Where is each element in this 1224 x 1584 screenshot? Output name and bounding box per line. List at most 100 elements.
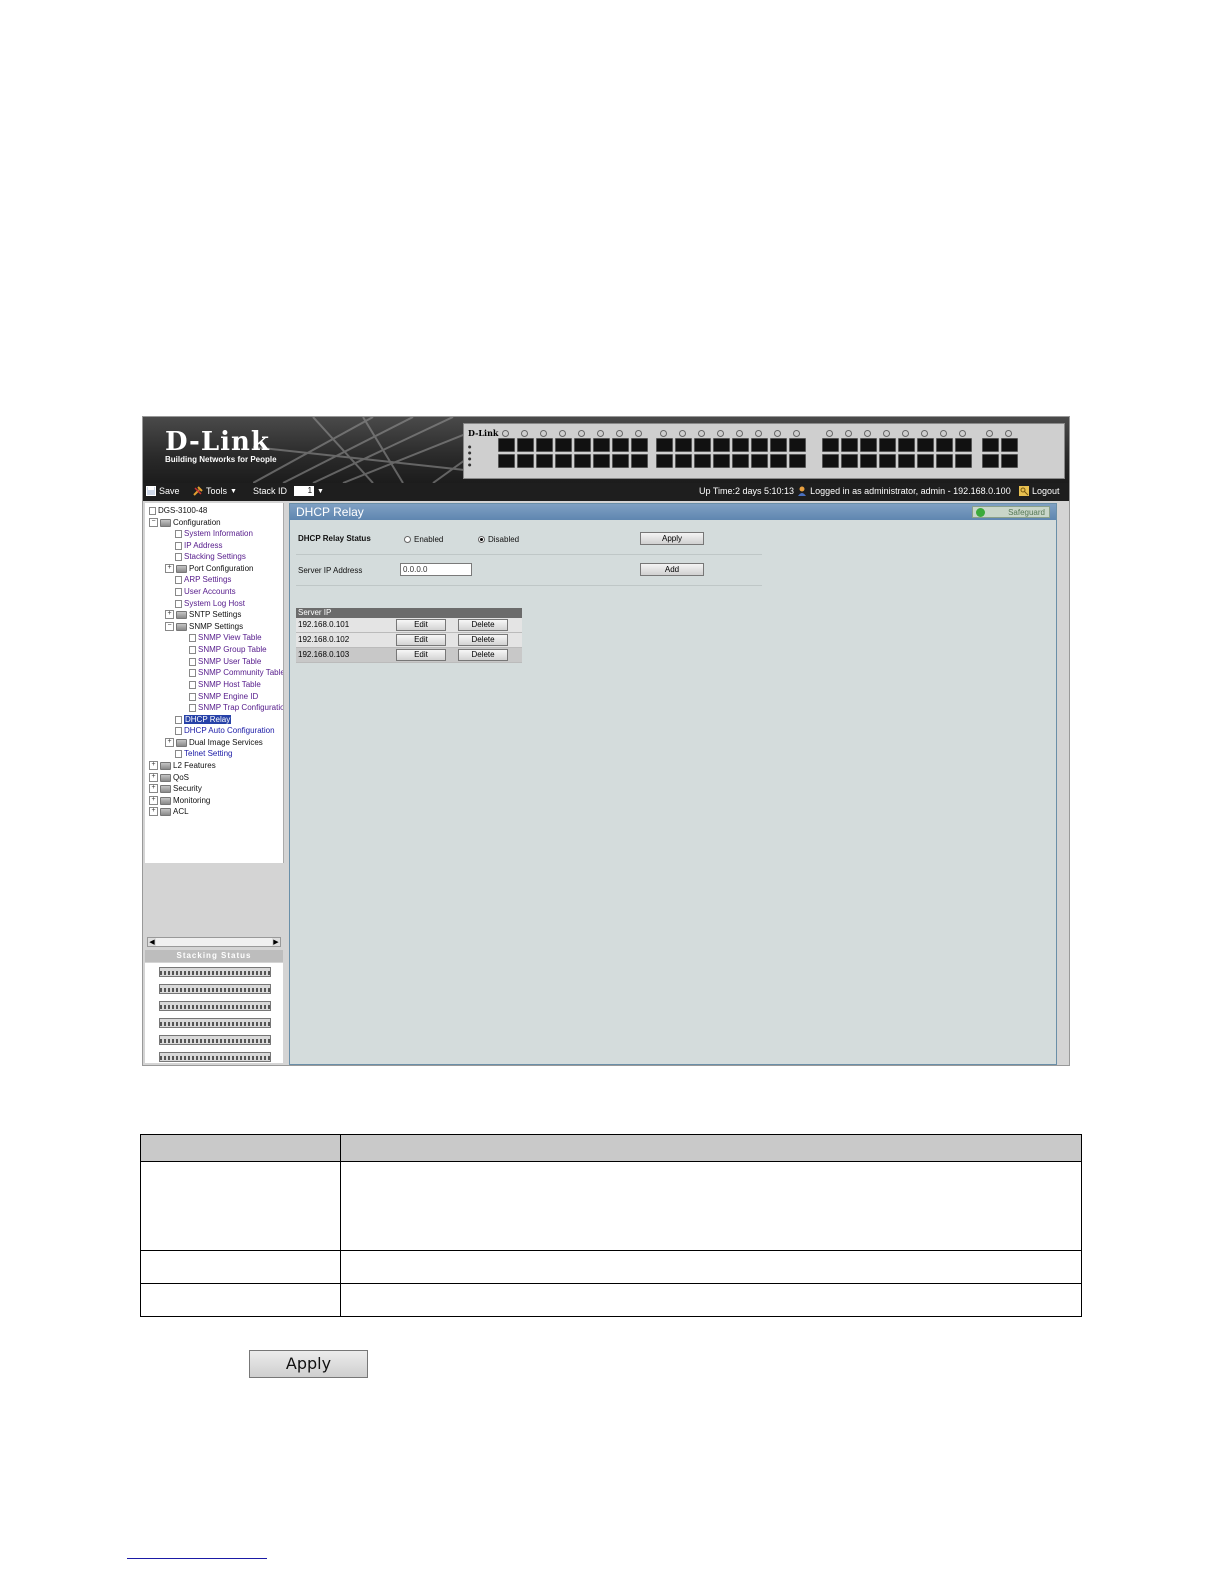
stack-unit-3[interactable] [159, 1001, 271, 1011]
tree-item-snmp-trap-configuration[interactable]: SNMP Trap Configuration [189, 702, 283, 713]
switch-port [732, 438, 749, 452]
server-ip-input[interactable]: 0.0.0.0 [400, 563, 472, 576]
switch-port [789, 454, 806, 468]
tree-item-system-information[interactable]: System Information [175, 528, 253, 539]
enabled-radio[interactable]: Enabled [404, 535, 443, 544]
switch-port [631, 438, 648, 452]
delete-button[interactable]: Delete [458, 634, 508, 646]
port-led [498, 430, 513, 437]
table-row [140, 1250, 1082, 1284]
tree-item-monitoring[interactable]: + Monitoring [149, 795, 210, 806]
stack-unit-5[interactable] [159, 1035, 271, 1045]
switch-front-panel: D-Link ● ● ● ● [463, 423, 1065, 479]
radio-circle[interactable] [404, 536, 411, 543]
page-icon [189, 633, 196, 642]
tree-item-l2-features[interactable]: + L2 Features [149, 760, 216, 771]
tree-item-snmp-settings[interactable]: − SNMP Settings [165, 621, 243, 632]
save-button[interactable]: Save [146, 486, 180, 496]
page-icon [175, 599, 182, 608]
port-led [1001, 430, 1016, 437]
tree-item-dhcp-relay[interactable]: DHCP Relay [175, 714, 232, 725]
tree-item-security[interactable]: + Security [149, 783, 202, 794]
port-led [631, 430, 646, 437]
delete-button[interactable]: Delete [458, 649, 508, 661]
switch-port [879, 438, 896, 452]
scroll-left-icon[interactable]: ◀ [148, 938, 156, 946]
delete-button[interactable]: Delete [458, 619, 508, 631]
stack-id-selector[interactable]: Stack ID 1 ▼ [253, 486, 324, 496]
switch-port [574, 438, 591, 452]
port-led [879, 430, 894, 437]
stack-unit-2[interactable] [159, 984, 271, 994]
switch-port [536, 454, 553, 468]
tree-item-dual-image-services[interactable]: + Dual Image Services [165, 737, 263, 748]
stack-unit-1[interactable] [159, 967, 271, 977]
switch-port [822, 454, 839, 468]
stack-unit-4[interactable] [159, 1018, 271, 1028]
tree-item-qos[interactable]: + QoS [149, 772, 189, 783]
tree-item-acl[interactable]: + ACL [149, 806, 189, 817]
tree-item-system-log-host[interactable]: System Log Host [175, 598, 245, 609]
switch-port [656, 438, 673, 452]
stack-id-label: Stack ID [253, 486, 288, 496]
tree-configuration[interactable]: − Configuration [149, 517, 221, 528]
tree-horizontal-scrollbar[interactable]: ◀ ▶ [147, 937, 281, 947]
stack-unit-6[interactable] [159, 1052, 271, 1062]
port-led [955, 430, 970, 437]
switch-port [517, 454, 534, 468]
tree-item-port-configuration[interactable]: + Port Configuration [165, 563, 253, 574]
port-led [732, 430, 747, 437]
tree-item-snmp-user-table[interactable]: SNMP User Table [189, 656, 261, 667]
scroll-right-icon[interactable]: ▶ [272, 938, 280, 946]
expand-icon: + [149, 796, 158, 805]
collapse-icon: − [149, 518, 158, 527]
tree-item-dhcp-auto-configuration[interactable]: DHCP Auto Configuration [175, 725, 275, 736]
port-led [555, 430, 570, 437]
tree-item-snmp-engine-id[interactable]: SNMP Engine ID [189, 691, 258, 702]
parameter-cell [140, 1161, 341, 1251]
logout-button[interactable]: Logout [1019, 486, 1060, 496]
edit-button[interactable]: Edit [396, 634, 446, 646]
tree-item-snmp-host-table[interactable]: SNMP Host Table [189, 679, 261, 690]
edit-button[interactable]: Edit [396, 649, 446, 661]
banner-decoration [253, 417, 483, 483]
tree-item-stacking-settings[interactable]: Stacking Settings [175, 551, 246, 562]
folder-icon [160, 518, 171, 527]
stack-id-value[interactable]: 1 [294, 486, 315, 496]
expand-icon: + [165, 564, 174, 573]
disabled-radio[interactable]: Disabled [478, 535, 519, 544]
enabled-label: Enabled [414, 535, 444, 544]
screenshot-frame: D-Link Building Networks for People D-Li… [142, 416, 1070, 1066]
switch-port [1001, 454, 1018, 468]
port-led [841, 430, 856, 437]
content-pane: DHCP Relay Safeguard DHCP Relay Status E… [289, 503, 1057, 1065]
toolbar: Save Tools ▼ Stack ID 1 ▼ Up Time:2 days… [143, 483, 1069, 501]
tree-root[interactable]: DGS-3100-48 [149, 505, 207, 516]
switch-port [555, 454, 572, 468]
tree-item-snmp-group-table[interactable]: SNMP Group Table [189, 644, 267, 655]
switch-port [936, 438, 953, 452]
divider [296, 554, 762, 555]
tree-item-arp-settings[interactable]: ARP Settings [175, 574, 231, 585]
description-cell [340, 1283, 1082, 1317]
collapse-icon: − [165, 622, 174, 631]
divider [296, 585, 762, 586]
tools-menu[interactable]: Tools ▼ [193, 486, 237, 496]
tree-item-sntp-settings[interactable]: + SNTP Settings [165, 609, 241, 620]
tree-item-snmp-community-table[interactable]: SNMP Community Table [189, 667, 283, 678]
port-led [860, 430, 875, 437]
switch-port [898, 438, 915, 452]
apply-button[interactable]: Apply [640, 532, 704, 545]
edit-button[interactable]: Edit [396, 619, 446, 631]
tree-item-telnet-setting[interactable]: Telnet Setting [175, 748, 232, 759]
switch-port [751, 454, 768, 468]
port-led [936, 430, 951, 437]
tree-item-ip-address[interactable]: IP Address [175, 540, 223, 551]
tree-item-snmp-view-table[interactable]: SNMP View Table [189, 632, 262, 643]
tree-item-user-accounts[interactable]: User Accounts [175, 586, 236, 597]
description-header-cell [340, 1134, 1082, 1162]
radio-circle-selected[interactable] [478, 536, 485, 543]
add-button[interactable]: Add [640, 563, 704, 576]
page-title: DHCP Relay [290, 504, 1056, 520]
chevron-down-icon: ▼ [317, 487, 324, 495]
